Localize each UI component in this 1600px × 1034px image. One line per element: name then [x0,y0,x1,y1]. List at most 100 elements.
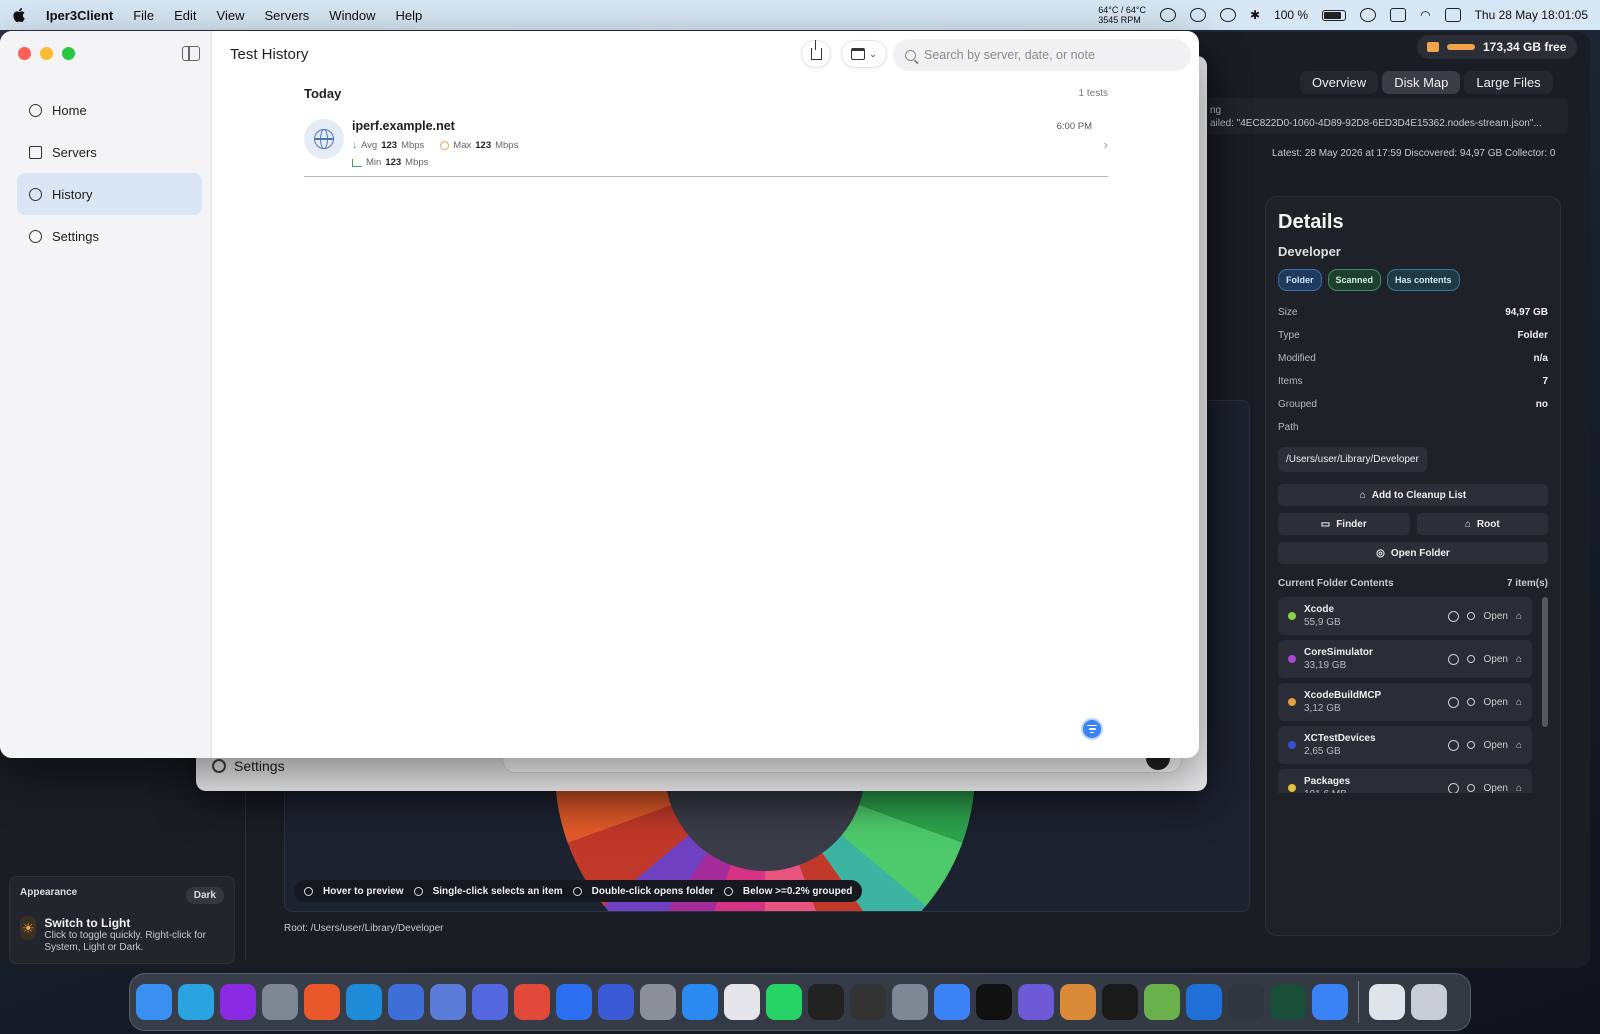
tab-large-files[interactable]: Large Files [1464,71,1553,94]
cleanup-icon[interactable]: ⌂ [1516,697,1522,708]
open-folder-button[interactable]: ◎ Open Folder [1278,542,1548,564]
dock-gemini-icon[interactable] [934,984,970,1020]
dock-chrome-icon[interactable] [514,984,550,1020]
dock-telegram-icon[interactable] [178,984,214,1020]
sidebar-item-home[interactable]: Home [17,89,202,131]
contents-item[interactable]: Packages101,6 MB Open ⌂ [1278,769,1532,793]
dock-linear-icon[interactable] [1018,984,1054,1020]
close-button[interactable] [18,47,31,60]
secondary-settings-item[interactable]: Settings [212,758,285,774]
reveal-icon[interactable] [1467,612,1476,620]
finder-button[interactable]: ▭ Finder [1278,513,1410,535]
dock-radar-icon[interactable] [1270,984,1306,1020]
reveal-icon[interactable] [1467,784,1476,792]
select-circle-icon[interactable] [1448,610,1460,622]
cleanup-icon[interactable]: ⌂ [1516,654,1522,665]
root-button[interactable]: ⌂ Root [1416,513,1548,535]
cleanup-icon[interactable]: ⌂ [1516,740,1522,751]
select-circle-icon[interactable] [1448,782,1460,793]
contents-item[interactable]: XcodeBuildMCP 3,12 GB Open ⌂ [1278,683,1532,721]
menu-servers[interactable]: Servers [265,8,310,23]
search-input[interactable] [924,48,1174,62]
dock-script-editor-icon[interactable] [1144,984,1180,1020]
filter-fab-button[interactable] [1081,718,1103,740]
apple-logo-icon[interactable] [12,8,26,22]
control-center-icon[interactable] [1444,8,1461,22]
contents-item[interactable]: CoreSimulator 33,19 GB Open ⌂ [1278,640,1532,678]
python-icon[interactable] [1390,8,1407,22]
dock-copilot-icon[interactable] [598,984,634,1020]
dock-firefox-icon[interactable] [304,984,340,1020]
contents-item[interactable]: XCTestDevices 2,65 GB Open ⌂ [1278,726,1532,764]
location-icon[interactable] [1220,8,1236,22]
dock-trash-icon[interactable] [1411,984,1447,1020]
contents-item[interactable]: Xcode 55,9 GB Open ⌂ [1278,597,1532,635]
open-link[interactable]: Open [1483,697,1507,708]
menu-window[interactable]: Window [329,8,375,23]
wifi-icon[interactable]: ◠ [1420,8,1430,22]
time-machine-icon[interactable] [1190,8,1206,22]
bluetooth-icon[interactable]: ✱ [1250,8,1260,22]
play-icon[interactable] [1160,8,1176,22]
cleanup-icon[interactable]: ⌂ [1516,611,1522,622]
add-to-cleanup-button[interactable]: ⌂ Add to Cleanup List [1278,484,1548,506]
share-button[interactable] [801,40,831,68]
open-link[interactable]: Open [1483,654,1507,665]
menu-file[interactable]: File [133,8,154,23]
dock-terminal-app-icon[interactable] [556,984,592,1020]
dock-unknown-icon[interactable] [262,984,298,1020]
dock-stats-icon[interactable] [1312,984,1348,1020]
dock-webstorm-icon[interactable] [346,984,382,1020]
minimize-button[interactable] [40,47,53,60]
battery-icon[interactable] [1322,9,1347,21]
dock-help-icon[interactable] [892,984,928,1020]
select-circle-icon[interactable] [1448,739,1460,751]
clock-datetime[interactable]: Thu 28 May 18:01:05 [1475,8,1588,22]
open-link[interactable]: Open [1483,783,1507,794]
contents-scrollbar[interactable] [1542,597,1548,727]
menu-app-name[interactable]: Iper3Client [46,8,113,23]
dock-whatsapp-icon[interactable] [766,984,802,1020]
date-filter-button[interactable]: ⌄ [841,40,887,68]
dock-retriever-icon[interactable] [1060,984,1096,1020]
tab-disk-map[interactable]: Disk Map [1382,71,1461,94]
dock-instruments-icon[interactable] [430,984,466,1020]
open-link[interactable]: Open [1483,740,1507,751]
menu-help[interactable]: Help [396,8,423,23]
reveal-icon[interactable] [1467,741,1476,749]
dock-system-settings-icon[interactable] [640,984,676,1020]
dock-proxyman-icon[interactable] [472,984,508,1020]
dock-sequel-icon[interactable] [850,984,886,1020]
search-field[interactable] [893,39,1191,71]
dock-terminal-icon[interactable] [1102,984,1138,1020]
reveal-icon[interactable] [1467,655,1476,663]
menu-view[interactable]: View [217,8,245,23]
open-link[interactable]: Open [1483,611,1507,622]
contents-list[interactable]: Xcode 55,9 GB Open ⌂ CoreSimulator 33,19 GB Op… [1278,597,1548,793]
select-circle-icon[interactable] [1448,696,1460,708]
path-value[interactable]: /Users/user/Library/Developer [1278,447,1427,472]
history-row[interactable]: iperf.example.net ↓ Avg 123 Mbps Max 123… [304,117,1108,177]
menu-edit[interactable]: Edit [174,8,196,23]
reveal-icon[interactable] [1467,698,1476,706]
dock-chatgpt-icon[interactable] [808,984,844,1020]
sidebar-item-servers[interactable]: Servers [17,131,202,173]
dock-perplexity-icon[interactable] [976,984,1012,1020]
dock-app-store-icon[interactable] [682,984,718,1020]
user-icon[interactable] [1360,8,1377,22]
select-circle-icon[interactable] [1448,653,1460,665]
appearance-card[interactable]: Appearance Dark ☀ Switch to Light Click … [9,876,235,964]
dock-finder-icon[interactable] [136,984,172,1020]
dock-documents-icon[interactable] [1369,984,1405,1020]
sidebar-toggle-icon[interactable] [182,46,200,61]
dock-launchpad-icon[interactable] [724,984,760,1020]
appearance-toggle[interactable]: ☀ Switch to Light Click to toggle quickl… [20,916,224,954]
dock-editor-icon[interactable] [388,984,424,1020]
tab-overview[interactable]: Overview [1300,71,1379,94]
cleanup-icon[interactable]: ⌂ [1516,783,1522,794]
sidebar-item-settings[interactable]: Settings [17,215,202,257]
zoom-button[interactable] [62,47,75,60]
dock-xcode-icon[interactable] [1186,984,1222,1020]
dock-phpstorm-icon[interactable] [220,984,256,1020]
temperature-status[interactable]: 64°C / 64°C 3545 RPM [1098,5,1146,25]
